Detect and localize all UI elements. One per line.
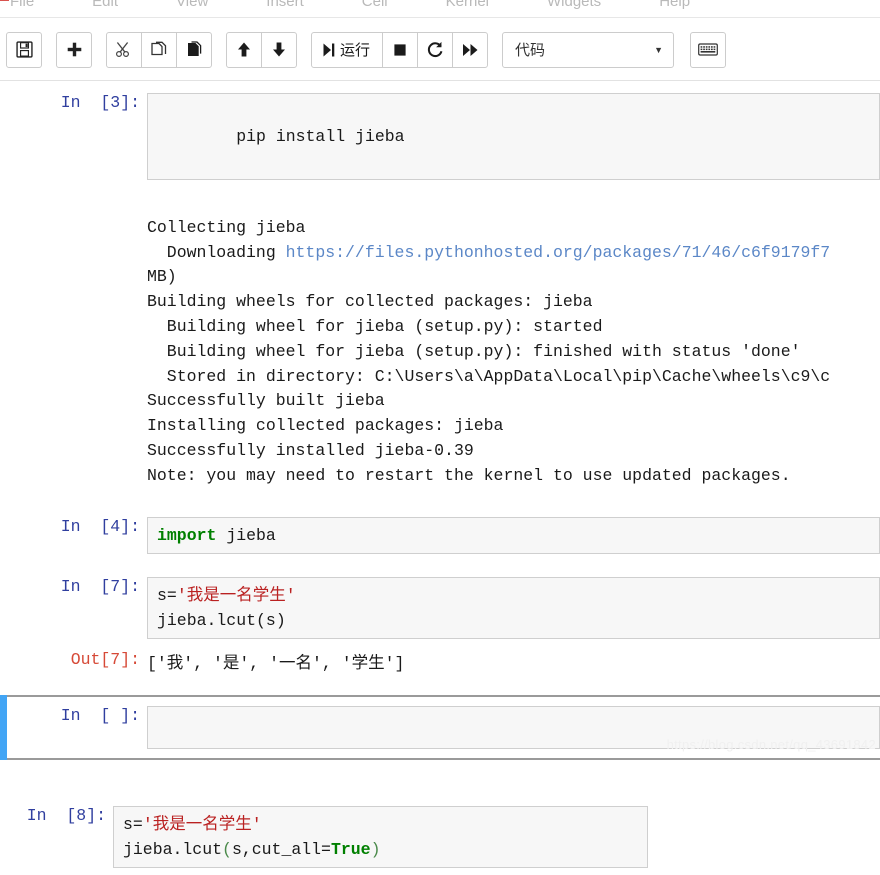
code-editor-empty[interactable]: [147, 706, 880, 750]
code-string-literal-8: '我是一名学生': [142, 815, 262, 835]
output-line-0: Collecting jieba: [147, 217, 306, 237]
code-cell-3: In [3]: pip install jieba: [0, 82, 880, 180]
cell-type-value: 代码: [515, 42, 546, 59]
run-button-label: 运行: [340, 42, 371, 59]
command-palette-button[interactable]: [690, 31, 727, 68]
input-prompt-7: In [7]:: [60, 576, 140, 596]
run-cell-button[interactable]: 运行: [311, 31, 384, 68]
arrow-down-icon: [271, 41, 287, 58]
output-line-9: Successfully installed jieba-0.39: [147, 440, 474, 460]
move-cell-down-button[interactable]: [261, 31, 297, 68]
output-prompt-7: Out[7]:: [70, 649, 140, 669]
code-cell-4: In [4]: import jieba: [0, 489, 880, 554]
paste-icon: [185, 41, 203, 58]
selected-cell-wrapper[interactable]: In [ ]: https://blog.csdn.net/qq_4369184…: [0, 695, 880, 761]
code-cell-7: In [7]: s='我是一名学生' jieba.lcut(s): [0, 554, 880, 639]
cell-type-select[interactable]: 代码 ▼: [502, 31, 675, 68]
input-prompt-3: In [3]:: [60, 93, 140, 112]
output-line-5: Building wheel for jieba (setup.py): fin…: [147, 341, 801, 361]
menu-edit[interactable]: Edit: [82, 0, 128, 18]
restart-kernel-button[interactable]: [417, 31, 454, 68]
cell-output-7: Out[7]: ['我', '是', '一名', '学生']: [0, 639, 880, 677]
download-url: https://files.pythonhosted.org/packages/…: [285, 242, 831, 262]
code-paren-close: ): [370, 840, 381, 860]
restart-and-run-all-button[interactable]: [452, 31, 489, 68]
code-line: pip install jieba: [236, 127, 405, 146]
section-divider: [0, 760, 880, 807]
code-variable-8: s=: [123, 815, 143, 835]
interrupt-kernel-button[interactable]: [382, 31, 419, 68]
code-cell-8: In [8]: s='我是一名学生' jieba.lcut(s,cut_all=…: [0, 806, 880, 869]
output-line-8: Installing collected packages: jieba: [147, 416, 504, 436]
keyboard-icon: [698, 42, 718, 57]
code-paren-open: (: [222, 840, 232, 860]
code-call-8: jieba.lcut: [123, 840, 223, 860]
input-prompt-8: In [8]:: [26, 806, 106, 826]
move-cell-up-button[interactable]: [226, 31, 262, 68]
paste-button[interactable]: [176, 31, 212, 68]
insert-cell-below-button[interactable]: [56, 31, 92, 68]
menu-view[interactable]: View: [166, 0, 218, 18]
menu-bar: File Edit View Insert Cell Kernel Widget…: [0, 0, 880, 18]
output-value-7: ['我', '是', '一名', '学生']: [147, 653, 405, 673]
cut-button[interactable]: [106, 31, 142, 68]
code-module-name: jieba: [216, 525, 276, 545]
code-args-8: s,cut_all=: [231, 840, 331, 860]
jupyter-notebook-window: File Edit View Insert Cell Kernel Widget…: [0, 0, 880, 875]
output-line-2: MB): [147, 267, 177, 287]
notebook-modified-indicator: [0, 0, 9, 1]
output-line-7: Successfully built jieba: [147, 391, 385, 411]
output-line-4: Building wheel for jieba (setup.py): sta…: [147, 316, 603, 336]
menu-file[interactable]: File: [0, 0, 44, 18]
code-editor-8[interactable]: s='我是一名学生' jieba.lcut(s,cut_all=True): [113, 806, 648, 869]
save-icon: [15, 41, 33, 58]
play-to-end-icon: [321, 42, 336, 58]
code-variable: s=: [157, 585, 177, 605]
menu-cell[interactable]: Cell: [352, 0, 398, 18]
copy-icon: [150, 41, 168, 58]
stop-icon: [392, 42, 408, 58]
scissors-icon: [115, 41, 133, 58]
output-line-1: Downloading: [147, 242, 286, 262]
plus-icon: [66, 41, 83, 58]
code-bool-true: True: [330, 840, 371, 860]
code-editor-7[interactable]: s='我是一名学生' jieba.lcut(s): [147, 576, 880, 639]
code-cell-empty: In [ ]:: [0, 706, 880, 750]
toolbar: 运行 代码 ▼: [0, 19, 880, 81]
input-prompt-4: In [4]:: [60, 516, 140, 536]
arrow-up-icon: [236, 41, 252, 58]
input-prompt-empty: In [ ]:: [60, 706, 140, 726]
code-keyword-import: import: [157, 525, 217, 545]
output-stream-3: Collecting jieba Downloading https://fil…: [147, 189, 880, 489]
code-editor-4[interactable]: import jieba: [147, 516, 880, 554]
cell-output-8: Out[8]: ['我', '是', '一名', '名学', '学生']: [0, 868, 880, 875]
fast-forward-icon: [462, 42, 479, 58]
output-line-3: Building wheels for collected packages: …: [147, 292, 593, 312]
cell-output-3: Collecting jieba Downloading https://fil…: [0, 180, 880, 489]
notebook-body: In [3]: pip install jieba Collecting jie…: [0, 82, 880, 875]
chevron-down-icon: ▼: [654, 44, 664, 55]
restart-icon: [427, 41, 444, 58]
code-call-line: jieba.lcut(s): [157, 610, 286, 630]
output-line-6: Stored in directory: C:\Users\a\AppData\…: [147, 366, 831, 386]
save-button[interactable]: [6, 31, 42, 68]
copy-button[interactable]: [141, 31, 177, 68]
output-line-10: Note: you may need to restart the kernel…: [147, 465, 791, 485]
menu-help[interactable]: Help: [649, 0, 700, 18]
menu-widgets[interactable]: Widgets: [537, 0, 611, 18]
code-string-literal: '我是一名学生': [176, 585, 296, 605]
menu-insert[interactable]: Insert: [256, 0, 314, 18]
menu-kernel[interactable]: Kernel: [436, 0, 499, 18]
code-editor-3[interactable]: pip install jieba: [147, 93, 880, 180]
